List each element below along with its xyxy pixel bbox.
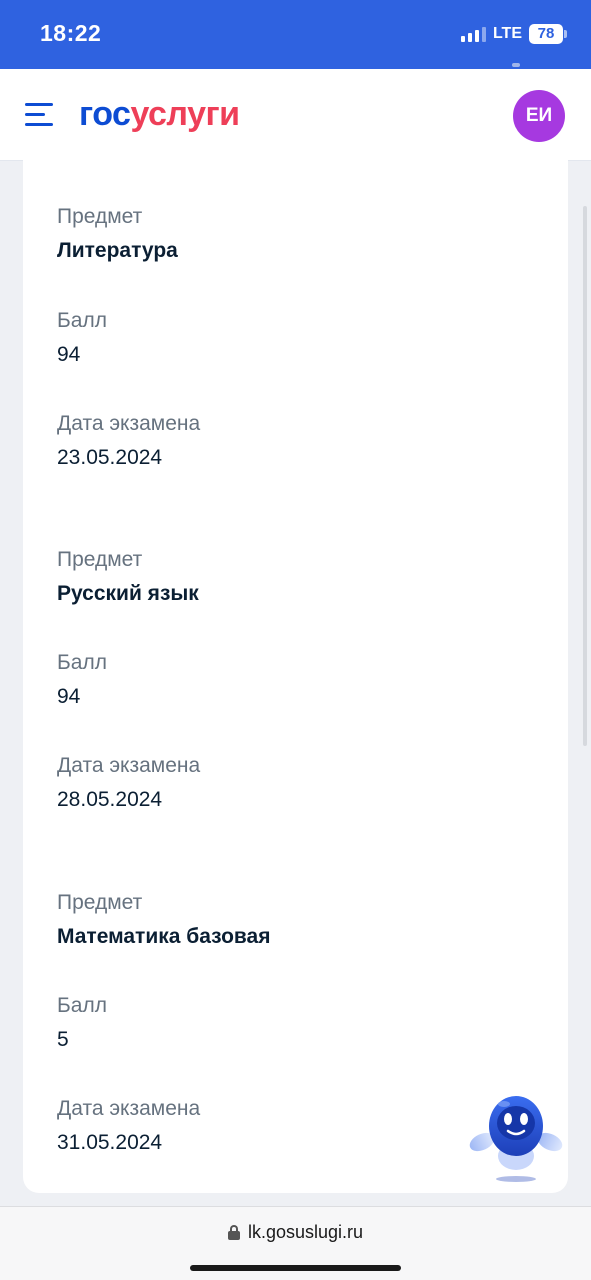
date-field: Дата экзамена 28.05.2024 bbox=[57, 753, 527, 813]
subject-field: Предмет Русский язык bbox=[57, 547, 527, 607]
lock-icon bbox=[227, 1225, 240, 1240]
date-label: Дата экзамена bbox=[57, 412, 201, 435]
home-indicator[interactable] bbox=[190, 1265, 401, 1271]
subject-value: Литература bbox=[57, 239, 178, 262]
subject-field: Предмет Математика базовая bbox=[57, 890, 527, 950]
status-time: 18:22 bbox=[40, 20, 102, 46]
date-label: Дата экзамена bbox=[57, 754, 201, 777]
subject-value: Русский язык bbox=[57, 582, 199, 605]
score-value: 5 bbox=[57, 1028, 69, 1051]
url-text: lk.gosuslugi.ru bbox=[247, 1222, 364, 1242]
logo-part-uslugi: услуги bbox=[130, 95, 240, 133]
score-field: Балл 94 bbox=[57, 308, 527, 368]
score-label: Балл bbox=[57, 309, 107, 332]
score-value: 94 bbox=[57, 343, 81, 366]
subject-label: Предмет bbox=[57, 205, 143, 228]
subject-label: Предмет bbox=[57, 548, 143, 571]
battery-level: 78 bbox=[529, 24, 563, 44]
date-label: Дата экзамена bbox=[57, 1097, 201, 1120]
network-type: LTE bbox=[492, 25, 522, 42]
browser-bottom-bar: lk.gosuslugi.ru bbox=[0, 1206, 591, 1280]
subject-label: Предмет bbox=[57, 891, 143, 914]
scrollbar[interactable] bbox=[583, 206, 587, 746]
score-field: Балл 5 bbox=[57, 993, 527, 1053]
app-header: госуслуги ЕИ bbox=[0, 69, 591, 161]
subject-field: Предмет Литература bbox=[57, 204, 527, 264]
date-field: Дата экзамена 23.05.2024 bbox=[57, 411, 527, 471]
logo-part-gos: гос bbox=[79, 95, 131, 133]
robot-assistant-icon[interactable] bbox=[468, 1090, 564, 1184]
score-value: 94 bbox=[57, 685, 81, 708]
date-value: 31.05.2024 bbox=[57, 1131, 163, 1154]
user-avatar[interactable]: ЕИ bbox=[513, 90, 565, 142]
header-indicator bbox=[512, 63, 520, 67]
battery-icon: 78 bbox=[529, 24, 567, 44]
subject-value: Математика базовая bbox=[57, 925, 271, 948]
gosuslugi-logo[interactable]: госуслуги bbox=[79, 95, 240, 134]
status-indicators: LTE 78 bbox=[460, 24, 567, 44]
address-bar[interactable]: lk.gosuslugi.ru bbox=[0, 1222, 591, 1243]
menu-icon[interactable] bbox=[25, 103, 55, 127]
status-bar: 18:22 LTE 78 bbox=[0, 0, 591, 69]
score-field: Балл 94 bbox=[57, 650, 527, 710]
score-label: Балл bbox=[57, 994, 107, 1017]
date-field: Дата экзамена 31.05.2024 bbox=[57, 1096, 527, 1156]
date-value: 23.05.2024 bbox=[57, 446, 163, 469]
cellular-signal-icon bbox=[460, 26, 486, 42]
score-label: Балл bbox=[57, 651, 107, 674]
date-value: 28.05.2024 bbox=[57, 788, 163, 811]
